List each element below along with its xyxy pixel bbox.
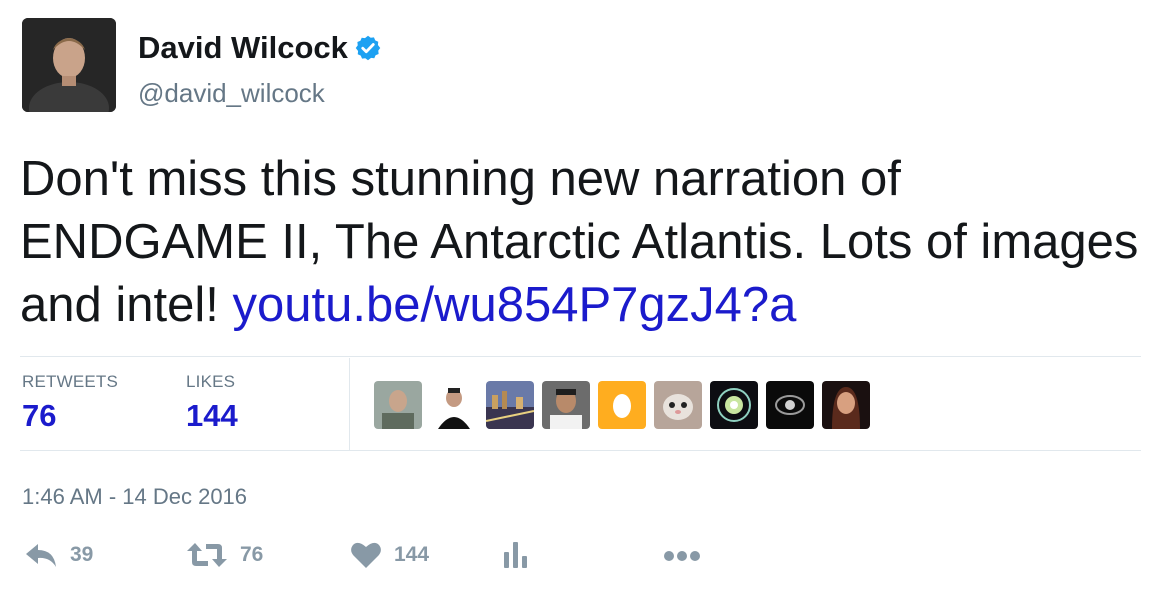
liker-avatar[interactable] — [542, 381, 590, 429]
liker-avatar[interactable] — [374, 381, 422, 429]
liker-avatar[interactable] — [486, 381, 534, 429]
likes-label: LIKES — [186, 372, 236, 391]
more-button[interactable] — [662, 540, 702, 570]
retweets-value: 76 — [22, 398, 57, 433]
retweets-label: RETWEETS — [22, 372, 119, 391]
like-button[interactable]: 144 — [350, 540, 429, 570]
liker-avatar[interactable] — [430, 381, 478, 429]
liker-avatar[interactable] — [766, 381, 814, 429]
author-name-row[interactable]: David Wilcock — [138, 30, 382, 66]
default-egg-avatar[interactable] — [598, 381, 646, 429]
stats-divider — [349, 358, 350, 450]
likes-stat[interactable]: LIKES 144 — [186, 372, 238, 434]
likers-list — [374, 381, 878, 429]
more-icon — [664, 551, 700, 561]
heart-icon — [351, 542, 381, 568]
analytics-icon — [504, 542, 527, 568]
likes-value: 144 — [186, 398, 238, 433]
author-name[interactable]: David Wilcock — [138, 30, 348, 66]
tweet-text: Don't miss this stunning new narration o… — [20, 148, 1150, 337]
divider-bottom — [20, 450, 1141, 451]
author-avatar[interactable] — [22, 18, 116, 112]
reply-button[interactable]: 39 — [24, 540, 93, 570]
retweet-count: 76 — [240, 543, 264, 566]
divider-top — [20, 356, 1141, 357]
retweet-button[interactable]: 76 — [186, 540, 263, 570]
verified-badge-icon — [355, 35, 381, 61]
liker-avatar[interactable] — [710, 381, 758, 429]
liker-avatar[interactable] — [654, 381, 702, 429]
retweet-icon — [187, 543, 227, 567]
analytics-button[interactable] — [502, 540, 530, 570]
reply-count: 39 — [70, 543, 94, 566]
tweet-link[interactable]: youtu.be/wu854P7gzJ4?a — [233, 278, 797, 332]
liker-avatar[interactable] — [822, 381, 870, 429]
tweet-actions: 39 76 144 — [0, 540, 1172, 588]
like-count: 144 — [394, 543, 430, 566]
author-handle[interactable]: @david_wilcock — [138, 78, 325, 109]
retweets-stat[interactable]: RETWEETS 76 — [22, 372, 118, 434]
tweet-timestamp[interactable]: 1:46 AM - 14 Dec 2016 — [22, 484, 247, 510]
reply-icon — [26, 544, 56, 567]
